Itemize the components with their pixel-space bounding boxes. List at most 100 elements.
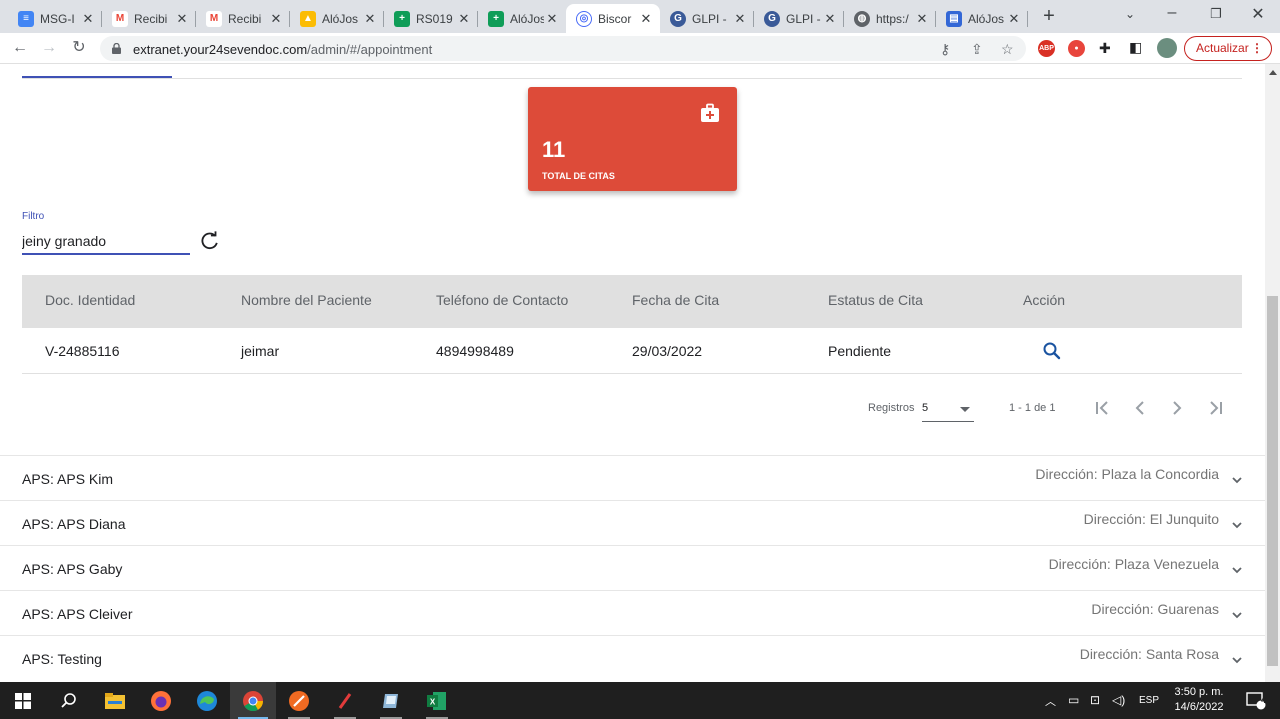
panel-address: Dirección: El Junquito [1083, 511, 1219, 527]
cell-status: Pendiente [828, 343, 892, 359]
browser-tab-3[interactable]: M Recibi ✕ [196, 4, 290, 33]
network-icon[interactable]: ⊡ [1090, 693, 1100, 707]
paginator: Registros 5 1 - 1 de 1 [0, 388, 1265, 428]
edge-icon[interactable] [184, 682, 230, 719]
close-icon[interactable]: ✕ [456, 11, 472, 27]
forward-arrow-icon[interactable]: → [38, 37, 60, 59]
search-icon[interactable] [46, 682, 92, 719]
taskbar: X ︿ ▭ ⊡ ◁) ESP 3:50 p. m. 14/6/2022 4 [0, 682, 1280, 719]
back-arrow-icon[interactable]: ← [9, 37, 31, 59]
total-label: TOTAL DE CITAS [542, 171, 615, 181]
notification-icon[interactable]: 4 [1236, 682, 1276, 719]
minimize-button[interactable]: – [1152, 4, 1192, 28]
side-panel-icon[interactable]: ◧ [1129, 39, 1142, 56]
excel-icon[interactable]: X [414, 682, 460, 719]
globe-icon: ◍ [854, 10, 870, 27]
last-page-icon[interactable] [1204, 397, 1226, 419]
chevron-down-icon[interactable] [1231, 654, 1243, 666]
chrome-icon[interactable] [230, 682, 276, 719]
filter-input[interactable] [22, 228, 190, 255]
browser-tab-11[interactable]: ▤ AlóJos ✕ [936, 4, 1028, 33]
browser-tab-1[interactable]: ≡ MSG-I ✕ [8, 4, 102, 33]
share-icon[interactable]: ⇪ [971, 41, 983, 58]
close-icon[interactable]: ✕ [638, 11, 654, 27]
browser-tab-8[interactable]: G GLPI - ✕ [660, 4, 754, 33]
tab-search-button[interactable]: ⌄ [1110, 7, 1150, 31]
close-icon[interactable]: ✕ [174, 11, 190, 27]
browser-tab-9[interactable]: G GLPI - ✕ [754, 4, 844, 33]
chevron-down-icon[interactable] [1231, 474, 1243, 486]
key-icon[interactable]: ⚷ [940, 41, 950, 58]
total-appointments-card: 11 TOTAL DE CITAS [528, 87, 737, 191]
table-header: Doc. Identidad Nombre del Paciente Teléf… [22, 275, 1242, 328]
column-header[interactable]: Estatus de Cita [828, 292, 923, 308]
cell-phone: 4894998489 [436, 343, 514, 359]
close-icon[interactable]: ✕ [1006, 11, 1022, 27]
close-icon[interactable]: ✕ [80, 11, 96, 27]
expansion-panel[interactable]: APS: APS Kim Dirección: Plaza la Concord… [0, 455, 1265, 500]
language-indicator[interactable]: ESP [1139, 695, 1159, 706]
browser-tab-4[interactable]: ▲ AlóJos ✕ [290, 4, 384, 33]
column-header[interactable]: Fecha de Cita [632, 292, 719, 308]
battery-icon[interactable]: ▭ [1068, 693, 1079, 707]
file-explorer-icon[interactable] [92, 682, 138, 719]
close-icon[interactable]: ✕ [822, 11, 838, 27]
chevron-up-icon[interactable]: ︿ [1045, 693, 1056, 709]
expansion-panel[interactable]: APS: APS Cleiver Dirección: Guarenas [0, 590, 1265, 635]
medical-kit-icon [701, 103, 719, 122]
browser-tab-6[interactable]: + AlóJos ✕ [478, 4, 566, 33]
chevron-down-icon[interactable] [1231, 564, 1243, 576]
restore-button[interactable]: ❐ [1196, 6, 1236, 30]
app-orange-icon[interactable] [276, 682, 322, 719]
page-scrollbar[interactable] [1265, 64, 1280, 682]
reload-icon[interactable]: ↻ [68, 37, 90, 59]
close-icon[interactable]: ✕ [544, 11, 560, 27]
expansion-panel[interactable]: APS: APS Gaby Dirección: Plaza Venezuela [0, 545, 1265, 590]
more-icon: ⋮ [1251, 41, 1263, 55]
windows-start-icon[interactable] [0, 682, 46, 719]
chevron-down-icon[interactable] [1231, 519, 1243, 531]
firefox-icon[interactable] [138, 682, 184, 719]
puzzle-icon[interactable]: ✚ [1099, 40, 1111, 57]
browser-tab-2[interactable]: M Recibi ✕ [102, 4, 196, 33]
previous-page-icon[interactable] [1129, 397, 1151, 419]
pen-app-icon[interactable] [322, 682, 368, 719]
docs-icon: ≡ [18, 10, 34, 27]
browser-tab-active[interactable]: ◎ Biscor ✕ [566, 4, 660, 33]
volume-icon[interactable]: ◁) [1112, 693, 1125, 707]
scrollbar-thumb[interactable] [1267, 296, 1278, 666]
page-size-select[interactable]: 5 [922, 398, 974, 422]
lock-icon [112, 43, 121, 54]
refresh-icon[interactable] [199, 230, 221, 252]
star-icon[interactable]: ☆ [1001, 41, 1014, 58]
update-button[interactable]: Actualizar ⋮ [1184, 36, 1272, 61]
new-tab-button[interactable]: + [1038, 6, 1060, 28]
chevron-down-icon[interactable] [1231, 609, 1243, 621]
close-window-button[interactable]: ✕ [1238, 4, 1278, 28]
clock[interactable]: 3:50 p. m. 14/6/2022 [1170, 685, 1228, 715]
close-icon[interactable]: ✕ [914, 11, 930, 27]
tab-divider [22, 78, 1242, 79]
column-header[interactable]: Nombre del Paciente [241, 292, 372, 308]
browser-tab-5[interactable]: + RS019 ✕ [384, 4, 478, 33]
close-icon[interactable]: ✕ [268, 11, 284, 27]
close-icon[interactable]: ✕ [362, 11, 378, 27]
notes-app-icon[interactable] [368, 682, 414, 719]
expansion-panel[interactable]: APS: APS Diana Dirección: El Junquito [0, 500, 1265, 545]
scroll-up-icon[interactable] [1269, 70, 1277, 75]
column-header[interactable]: Teléfono de Contacto [436, 292, 568, 308]
avatar[interactable] [1157, 38, 1177, 58]
extension-icon[interactable]: ● [1068, 40, 1085, 57]
search-icon[interactable] [1042, 341, 1062, 361]
address-bar[interactable]: extranet.your24sevendoc.com/admin/#/appo… [100, 36, 1026, 61]
column-header[interactable]: Doc. Identidad [45, 292, 135, 308]
first-page-icon[interactable] [1092, 397, 1114, 419]
adblock-icon[interactable]: ABP [1038, 40, 1055, 57]
close-icon[interactable]: ✕ [732, 11, 748, 27]
panel-address: Dirección: Santa Rosa [1079, 646, 1219, 662]
next-page-icon[interactable] [1166, 397, 1188, 419]
expansion-panel[interactable]: APS: Testing Dirección: Santa Rosa [0, 635, 1265, 680]
browser-tab-10[interactable]: ◍ https:/✕ [844, 4, 936, 33]
sheets-icon: + [394, 10, 410, 27]
panel-address: Dirección: Plaza la Concordia [1035, 466, 1219, 482]
